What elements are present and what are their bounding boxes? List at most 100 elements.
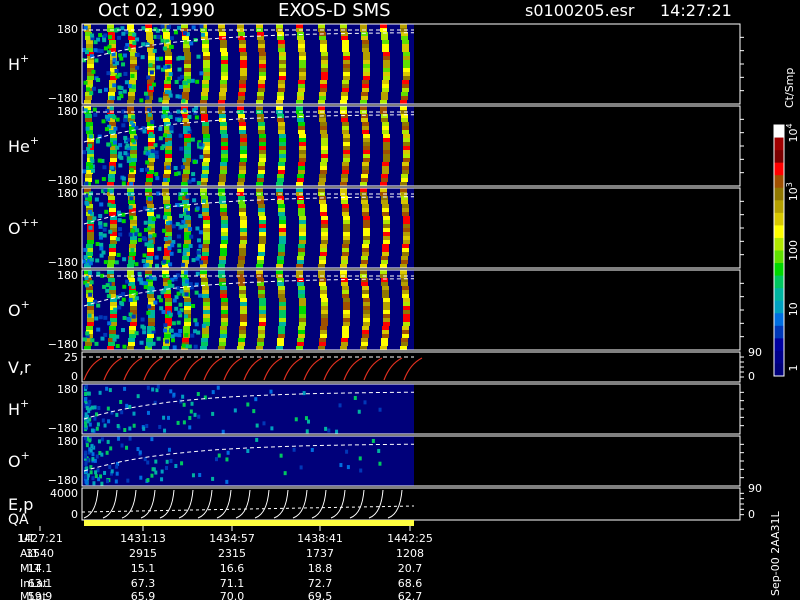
noise-cell bbox=[196, 250, 201, 255]
spectrogram-cell bbox=[383, 220, 390, 224]
spectrogram-cell bbox=[321, 318, 328, 322]
spectrogram-cell bbox=[276, 264, 283, 268]
spectrogram-cell bbox=[297, 256, 304, 260]
spectrogram-cell bbox=[94, 470, 98, 475]
spectrogram-cell bbox=[363, 310, 370, 314]
spectrogram-cell bbox=[86, 326, 93, 330]
spectrogram-cell bbox=[220, 170, 227, 174]
spectrogram-cell bbox=[383, 302, 390, 306]
spectrogram-cell bbox=[403, 64, 410, 68]
noise-cell bbox=[98, 214, 103, 219]
noise-cell bbox=[184, 333, 189, 338]
noise-cell bbox=[116, 252, 121, 257]
spectrogram-cell bbox=[381, 200, 388, 204]
spectrogram-cell bbox=[278, 48, 285, 52]
spectrogram-cell bbox=[109, 286, 116, 290]
spectrogram-cell bbox=[240, 302, 247, 306]
spectrogram-cell bbox=[128, 342, 135, 346]
spectrogram-cell bbox=[259, 216, 266, 220]
spectrogram-cell bbox=[202, 170, 209, 174]
noise-cell bbox=[131, 284, 136, 289]
spectrogram-cell bbox=[335, 429, 339, 434]
spectrogram-cell bbox=[120, 443, 124, 448]
noise-cell bbox=[88, 270, 93, 275]
ephemeris-cell: 70.0 bbox=[220, 590, 245, 600]
spectrogram-cell bbox=[239, 286, 246, 290]
noise-cell bbox=[174, 79, 179, 84]
spectrogram-cell bbox=[276, 188, 283, 192]
noise-cell bbox=[195, 79, 200, 84]
spectrogram-cell bbox=[218, 346, 225, 350]
spectrogram-cell bbox=[382, 286, 389, 290]
noise-cell bbox=[162, 46, 167, 51]
spectrogram-cell bbox=[279, 60, 286, 64]
spectrogram-cell bbox=[87, 391, 91, 396]
spectrogram-cell bbox=[299, 76, 306, 80]
noise-cell bbox=[154, 255, 159, 260]
spectrogram-cell bbox=[400, 24, 407, 28]
spectrogram-cell bbox=[382, 252, 389, 256]
panel-label-superscript: + bbox=[21, 298, 30, 311]
spectrogram-cell bbox=[320, 126, 327, 130]
spectrogram-cell bbox=[258, 162, 265, 166]
spectrogram-cell bbox=[103, 423, 107, 428]
noise-cell bbox=[96, 77, 101, 82]
spectrogram-cell bbox=[182, 420, 186, 425]
spectrogram-cell bbox=[146, 478, 150, 483]
noise-cell bbox=[83, 247, 88, 252]
spectrogram-figure: Oct 02, 1990 EXOS-D SMS s0100205.esr 14:… bbox=[0, 0, 800, 600]
noise-cell bbox=[169, 36, 174, 41]
spectrogram-cell bbox=[258, 252, 265, 256]
spectrogram-cell bbox=[278, 248, 285, 252]
spectrogram-cell bbox=[203, 228, 210, 232]
spectrogram-cell bbox=[219, 32, 226, 36]
spectrogram-cell bbox=[162, 346, 169, 350]
noise-cell bbox=[199, 154, 204, 159]
spectrogram-cell bbox=[257, 118, 264, 122]
spectrogram-cell bbox=[383, 318, 390, 322]
spectrogram-cell bbox=[382, 290, 389, 294]
noise-cell bbox=[195, 226, 200, 231]
noise-cell bbox=[115, 237, 120, 242]
noise-cell bbox=[143, 220, 148, 225]
spectrogram-cell bbox=[184, 216, 191, 220]
spectrogram-cell bbox=[237, 264, 244, 268]
spectrogram-cell bbox=[363, 142, 370, 146]
spectrogram-cell bbox=[298, 126, 305, 130]
spectrogram-cell bbox=[321, 158, 328, 162]
noise-cell bbox=[156, 65, 161, 70]
spectrogram-cell bbox=[87, 138, 94, 142]
noise-cell bbox=[182, 80, 187, 85]
noise-cell bbox=[152, 276, 157, 281]
spectrogram-cell bbox=[240, 158, 247, 162]
spectrogram-cell bbox=[169, 389, 173, 394]
spectrogram-cell bbox=[402, 170, 409, 174]
spectrogram-cell bbox=[240, 228, 247, 232]
noise-cell bbox=[99, 246, 104, 251]
colorbar-swatch bbox=[774, 275, 784, 289]
spectrogram-cell bbox=[320, 252, 327, 256]
noise-cell bbox=[144, 242, 149, 247]
spectrogram-cell bbox=[402, 88, 409, 92]
noise-cell bbox=[139, 168, 144, 173]
noise-cell bbox=[135, 65, 140, 70]
noise-cell bbox=[122, 257, 127, 262]
noise-cell bbox=[145, 95, 150, 100]
spectrogram-cell bbox=[361, 96, 368, 100]
noise-cell bbox=[187, 179, 192, 184]
noise-cell bbox=[170, 334, 175, 339]
noise-cell bbox=[189, 234, 194, 239]
spectrogram-cell bbox=[305, 429, 309, 434]
spectrogram-cell bbox=[202, 286, 209, 290]
noise-cell bbox=[162, 133, 167, 138]
spectrogram-cell bbox=[103, 470, 107, 475]
spectrogram-cell bbox=[182, 200, 189, 204]
spectrogram-cell bbox=[123, 428, 127, 433]
spectrogram-cell bbox=[298, 244, 305, 248]
spectrogram-cell bbox=[239, 166, 246, 170]
spectrogram-cell bbox=[381, 96, 388, 100]
noise-cell bbox=[141, 259, 146, 264]
spectrogram-cell bbox=[239, 244, 246, 248]
colorbar-unit: Ct/Smp bbox=[783, 68, 796, 108]
ephemeris-cell: 62.7 bbox=[398, 590, 423, 600]
